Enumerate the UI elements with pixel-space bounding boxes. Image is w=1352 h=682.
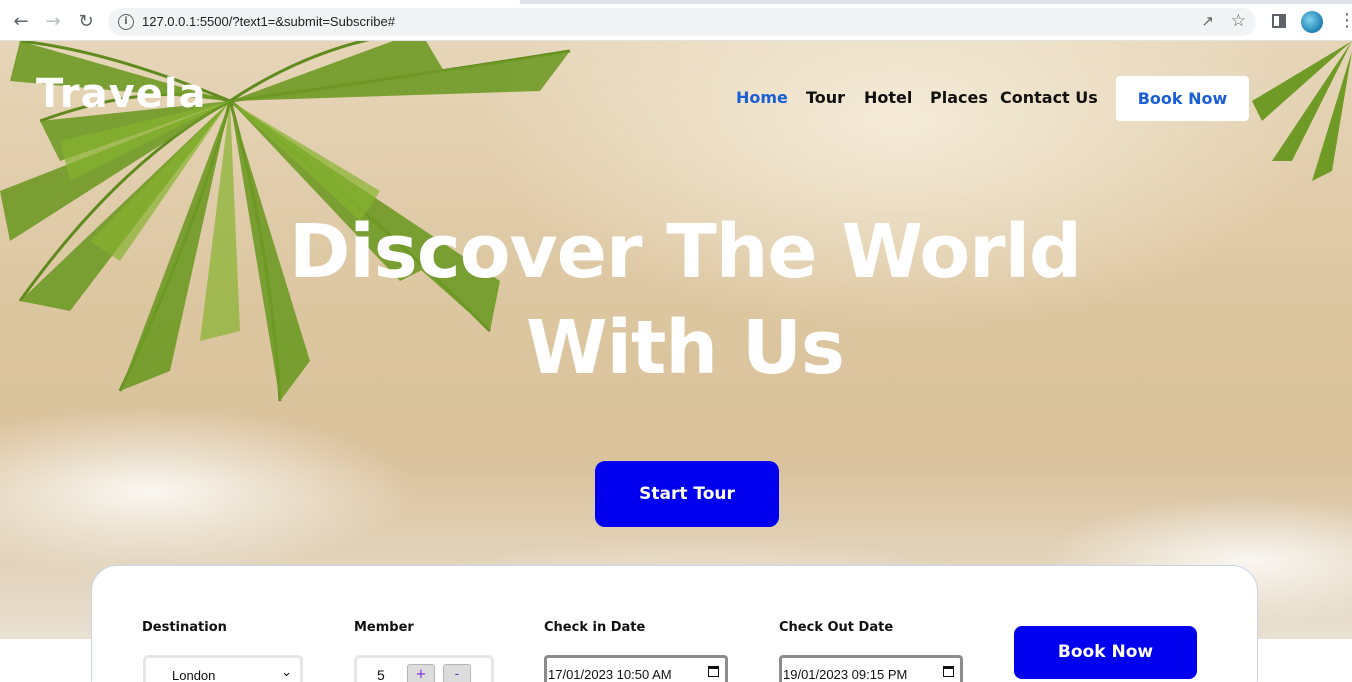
side-panel-icon[interactable] xyxy=(1272,14,1286,28)
booking-card: Destination London ⌄ Member 5 + - Check … xyxy=(91,565,1258,682)
checkout-label: Check Out Date xyxy=(779,620,894,635)
site-logo[interactable]: Travela xyxy=(36,71,207,117)
active-tab[interactable] xyxy=(0,0,520,4)
site-info-icon[interactable]: i xyxy=(118,14,134,30)
booking-book-now-button[interactable]: Book Now xyxy=(1014,626,1197,679)
address-bar[interactable]: i 127.0.0.1:5500/?text1=&submit=Subscrib… xyxy=(108,8,1256,36)
kebab-icon[interactable]: ⋮ xyxy=(1338,10,1352,32)
share-icon[interactable]: ↗ xyxy=(1201,12,1214,30)
checkin-label: Check in Date xyxy=(544,620,646,635)
nav-hotel[interactable]: Hotel xyxy=(864,88,912,107)
member-label: Member xyxy=(354,620,414,635)
checkout-value: 19/01/2023 09:15 PM xyxy=(783,667,908,682)
destination-select[interactable]: London ⌄ xyxy=(143,655,303,682)
hero-title-line-1: Discover The World xyxy=(289,209,1082,295)
tab-strip xyxy=(0,0,1352,4)
member-decrement-button[interactable]: - xyxy=(443,664,471,682)
member-increment-button[interactable]: + xyxy=(407,664,435,682)
chevron-down-icon: ⌄ xyxy=(281,664,292,679)
nav-places[interactable]: Places xyxy=(930,88,988,107)
checkin-date-input[interactable]: 17/01/2023 10:50 AM xyxy=(544,655,728,682)
member-value[interactable]: 5 xyxy=(377,667,385,682)
reload-icon[interactable]: ↻ xyxy=(75,11,97,33)
nav-home[interactable]: Home xyxy=(736,88,788,107)
browser-toolbar: ← → ↻ i 127.0.0.1:5500/?text1=&submit=Su… xyxy=(0,0,1352,41)
palm-leaf-illustration xyxy=(1252,41,1352,181)
hero-title-line-2: With Us xyxy=(526,305,845,391)
bookmark-star-icon[interactable]: ☆ xyxy=(1231,11,1246,31)
nav-contact-us[interactable]: Contact Us xyxy=(1000,88,1098,107)
member-stepper[interactable]: 5 + - xyxy=(354,655,494,682)
forward-icon[interactable]: → xyxy=(42,11,64,33)
nav-tour[interactable]: Tour xyxy=(806,88,845,107)
calendar-icon[interactable] xyxy=(943,666,954,677)
start-tour-button[interactable]: Start Tour xyxy=(595,461,779,527)
calendar-icon[interactable] xyxy=(708,666,719,677)
hero-section: Travela Home Tour Hotel Places Contact U… xyxy=(0,41,1352,639)
checkout-date-input[interactable]: 19/01/2023 09:15 PM xyxy=(779,655,963,682)
destination-label: Destination xyxy=(142,620,227,635)
profile-avatar[interactable] xyxy=(1301,11,1323,33)
destination-value: London xyxy=(172,668,216,682)
back-icon[interactable]: ← xyxy=(10,11,32,33)
header-book-now-button[interactable]: Book Now xyxy=(1116,76,1249,121)
checkin-value: 17/01/2023 10:50 AM xyxy=(548,667,672,682)
url-text[interactable]: 127.0.0.1:5500/?text1=&submit=Subscribe# xyxy=(142,14,395,29)
